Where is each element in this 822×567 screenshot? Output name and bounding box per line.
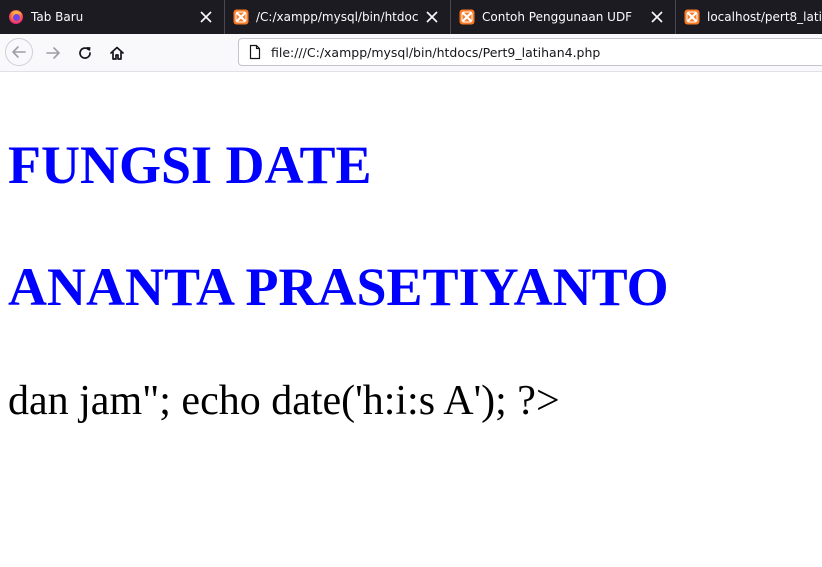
back-button[interactable] — [5, 38, 33, 66]
tab-contoh-udf[interactable]: Contoh Penggunaan UDF — [450, 0, 675, 34]
home-button[interactable] — [102, 38, 132, 68]
tab-strip: Tab Baru /C:/xampp/mysql/bin/htdocs/ Con… — [0, 0, 822, 34]
arrow-left-icon — [12, 46, 26, 58]
home-icon — [110, 46, 124, 60]
page-content: FUNGSI DATE ANANTA PRASETIYANTO dan jam"… — [0, 72, 822, 567]
page-body-text: dan jam"; echo date('h:i:s A'); ?> — [8, 378, 560, 424]
close-icon[interactable] — [649, 9, 665, 25]
xampp-icon — [459, 9, 475, 25]
tab-localhost-pert8[interactable]: localhost/pert8_latihan — [675, 0, 822, 34]
tab-title: Contoh Penggunaan UDF — [482, 10, 633, 24]
xampp-icon — [684, 9, 700, 25]
firefox-icon — [8, 9, 24, 25]
reload-button[interactable] — [70, 38, 100, 68]
page-heading-fungsi-date: FUNGSI DATE — [8, 135, 372, 195]
navigation-toolbar: file:///C:/xampp/mysql/bin/htdocs/Pert9_… — [0, 34, 822, 72]
reload-icon — [79, 47, 91, 59]
xampp-icon — [233, 9, 249, 25]
tab-title: localhost/pert8_latihan — [707, 10, 822, 24]
forward-button[interactable] — [38, 38, 68, 68]
tab-baru[interactable]: Tab Baru — [0, 0, 224, 34]
close-icon[interactable] — [424, 9, 440, 25]
page-icon — [247, 44, 263, 60]
tab-title: /C:/xampp/mysql/bin/htdocs/ — [256, 10, 418, 24]
close-icon[interactable] — [198, 9, 214, 25]
page-heading-author: ANANTA PRASETIYANTO — [8, 257, 669, 317]
tab-title: Tab Baru — [31, 10, 84, 24]
arrow-right-icon — [46, 47, 60, 59]
tab-htdocs[interactable]: /C:/xampp/mysql/bin/htdocs/ — [224, 0, 450, 34]
url-text: file:///C:/xampp/mysql/bin/htdocs/Pert9_… — [271, 44, 601, 60]
address-bar[interactable]: file:///C:/xampp/mysql/bin/htdocs/Pert9_… — [238, 38, 822, 66]
